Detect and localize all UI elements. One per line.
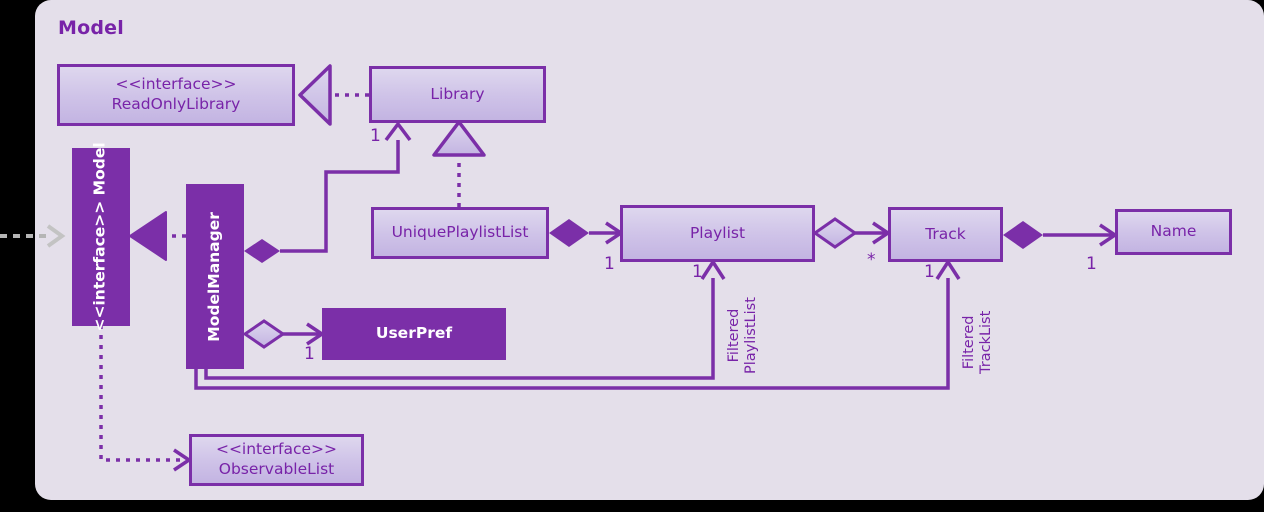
edge-model-depends-observablelist <box>99 325 193 472</box>
edge-external-to-model <box>0 224 66 248</box>
class-observablelist[interactable]: <<interface>> ObservableList <box>189 434 364 486</box>
multiplicity-filtered-tracklist: 1 <box>924 262 935 282</box>
edge-track-composes-name <box>1003 221 1119 249</box>
class-model-name: Model <box>91 142 110 196</box>
multiplicity-library: 1 <box>370 126 381 146</box>
multiplicity-filtered-playlistlist: 1 <box>692 262 703 282</box>
class-uniqueplaylistlist[interactable]: UniquePlaylistList <box>371 207 549 259</box>
class-userpref-name: UserPref <box>375 324 453 343</box>
edge-label-filtered-playlistlist: Filtered PlaylistList <box>726 297 760 374</box>
class-playlist-name: Playlist <box>689 223 746 242</box>
class-readonlylibrary-stereotype: <<interface>> <box>115 75 237 94</box>
class-uniqueplaylistlist-name: UniquePlaylistList <box>391 223 529 242</box>
class-model-stereotype: <<interface>> <box>91 200 110 332</box>
class-name-name: Name <box>1150 222 1197 241</box>
class-observablelist-name: ObservableList <box>218 460 335 478</box>
multiplicity-track: * <box>867 250 876 270</box>
class-name[interactable]: Name <box>1115 209 1232 255</box>
diagram-canvas: Model <<interface>> ReadOnlyLibrary Libr… <box>0 0 1264 512</box>
class-track-name: Track <box>925 224 966 243</box>
class-modelmanager-name: ModelManager <box>205 211 224 342</box>
class-readonlylibrary-name: ReadOnlyLibrary <box>111 95 241 113</box>
class-track[interactable]: Track <box>888 207 1003 262</box>
class-userpref[interactable]: UserPref <box>322 308 506 360</box>
multiplicity-userpref: 1 <box>304 344 315 364</box>
class-model[interactable]: <<interface>> Model <box>72 142 130 332</box>
multiplicity-playlist: 1 <box>604 254 615 274</box>
class-library-name: Library <box>430 84 485 103</box>
edge-uniqueplaylistlist-composes-playlist <box>549 219 625 247</box>
class-modelmanager[interactable]: ModelManager <box>186 184 244 369</box>
class-library[interactable]: Library <box>369 66 546 123</box>
edge-playlist-aggregates-track <box>812 217 892 249</box>
class-readonlylibrary[interactable]: <<interface>> ReadOnlyLibrary <box>57 64 295 126</box>
edge-library-realizes-readonlylibrary <box>298 64 369 126</box>
edge-uniqueplaylistlist-realizes-library <box>432 120 486 207</box>
class-observablelist-stereotype: <<interface>> <box>215 440 338 459</box>
class-playlist[interactable]: Playlist <box>620 205 815 262</box>
edge-label-filtered-tracklist: Filtered TrackList <box>961 310 995 374</box>
edge-modelmanager-realizes-model <box>129 211 186 261</box>
multiplicity-name: 1 <box>1086 254 1097 274</box>
